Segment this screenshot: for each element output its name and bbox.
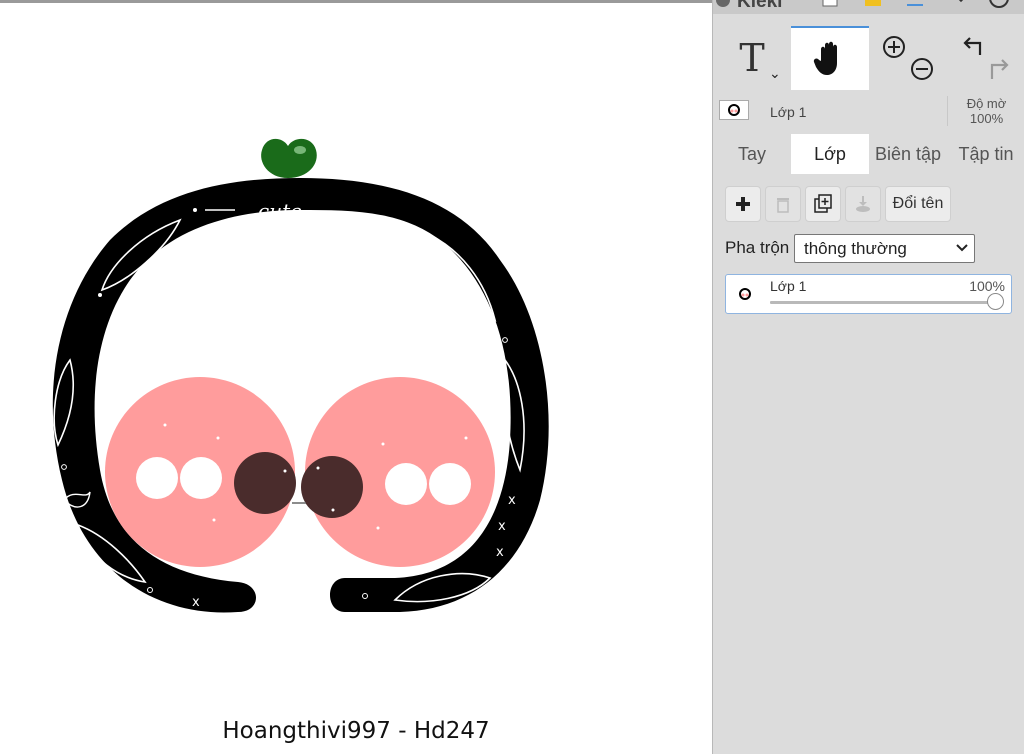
green-heart-shine [294, 146, 306, 154]
new-file-icon[interactable] [821, 0, 841, 14]
hand-tool-button[interactable] [791, 26, 869, 90]
cheek-sparkle-5 [464, 436, 468, 440]
layer-row-opacity: 100% [969, 278, 1005, 294]
layer-thumbnail-icon [728, 104, 740, 116]
ring-doodle-dot-7 [396, 220, 400, 224]
delete-layer-button[interactable] [765, 186, 801, 222]
blend-mode-label: Pha trộn [725, 238, 790, 257]
cheek-sparkle-3 [212, 518, 216, 522]
zoom-in-icon[interactable] [883, 36, 905, 58]
history-controls [963, 37, 1009, 79]
tab-edit[interactable]: Biên tập [869, 134, 947, 174]
ring-doodle-x-marks-right: x [498, 519, 506, 534]
hand-icon [813, 41, 837, 75]
duplicate-icon [814, 194, 832, 213]
chevron-down-icon[interactable]: ⌄ [769, 66, 781, 82]
cheek-sparkle-2 [216, 436, 220, 440]
drawing-canvas[interactable]: cute x x x x Hoangthivi997 - Hd247 [0, 0, 712, 754]
layer-row-thumbnail-icon [739, 288, 751, 300]
artwork: cute x x x x [52, 138, 549, 613]
slider-knob[interactable] [987, 293, 1004, 310]
chevron-down-icon [956, 244, 968, 252]
tab-file[interactable]: Tập tin [947, 134, 1024, 174]
help-icon[interactable] [987, 0, 1011, 14]
panel-top-bar: Kleki [713, 0, 1024, 14]
eye-sparkle-2 [316, 466, 320, 470]
settings-icon[interactable] [951, 0, 971, 14]
side-panel: Kleki T ⌄ Lớp 1 Độ mờ 100% Tay Lớp Biên … [712, 0, 1024, 754]
brand-name: Kleki [737, 0, 783, 12]
trash-icon [777, 198, 789, 213]
add-layer-button[interactable] [725, 186, 761, 222]
ring-doodle-x-marks-bottom: x [192, 595, 200, 610]
ring-doodle-x-marks-right-2: x [508, 493, 516, 508]
ring-doodle-dot-1 [193, 208, 197, 212]
opacity-label: Độ mờ [966, 96, 1007, 111]
green-heart [261, 138, 317, 178]
eye-sparkle-3 [331, 508, 335, 512]
left-dark-eye [234, 452, 296, 514]
rename-layer-button[interactable]: Đổi tên [885, 186, 951, 222]
right-cheek-white-dot-1 [385, 463, 427, 505]
panel-tabs: Tay Lớp Biên tập Tập tin [713, 134, 1024, 174]
canvas-caption: Hoangthivi997 - Hd247 [222, 718, 490, 744]
cheek-sparkle-4 [381, 442, 385, 446]
opacity-value: 100% [969, 111, 1004, 126]
cheek-sparkle-1 [163, 423, 167, 427]
current-layer-header: Lớp 1 Độ mờ 100% [713, 92, 1024, 130]
ring-doodle-word: cute [258, 199, 302, 223]
cheek-sparkle-6 [376, 526, 380, 530]
left-cheek-white-dot-2 [180, 457, 222, 499]
duplicate-layer-button[interactable] [805, 186, 841, 222]
tool-bar: T ⌄ [713, 26, 1024, 90]
blend-mode-select[interactable]: thông thường [794, 234, 975, 263]
layer-list-item[interactable]: Lớp 1 100% [725, 274, 1012, 314]
zoom-out-icon[interactable] [911, 58, 933, 80]
left-cheek-white-dot-1 [136, 457, 178, 499]
save-icon[interactable] [905, 0, 925, 14]
layer-opacity-control[interactable]: Độ mờ 100% [947, 96, 1024, 126]
tab-layers[interactable]: Lớp [791, 134, 869, 174]
merge-down-button[interactable] [845, 186, 881, 222]
layer-opacity-slider[interactable] [770, 293, 1004, 310]
redo-icon[interactable] [990, 59, 1009, 79]
layer-row-thumbnail [734, 284, 756, 304]
tab-hand[interactable]: Tay [713, 134, 791, 174]
layer-thumbnail [719, 100, 749, 120]
text-tool-label: T [739, 36, 765, 80]
eye-sparkle-1 [283, 469, 287, 473]
merge-down-icon [856, 196, 870, 212]
undo-icon[interactable] [963, 37, 982, 55]
current-layer-name: Lớp 1 [770, 104, 807, 120]
right-dark-eye [301, 456, 363, 518]
ring-doodle-dot-2 [98, 293, 102, 297]
blend-mode-value: thông thường [804, 239, 907, 258]
plus-icon [736, 197, 750, 211]
slider-fill [770, 301, 996, 304]
ring-doodle-x-marks-right-3: x [496, 545, 504, 560]
folder-icon[interactable] [863, 0, 883, 14]
layer-row-name: Lớp 1 [770, 278, 807, 294]
zoom-controls [883, 36, 933, 80]
text-tool-button[interactable]: T ⌄ [713, 26, 791, 90]
ring-doodle-dot-8 [453, 260, 457, 264]
history-tool [947, 26, 1024, 90]
black-ring [52, 178, 549, 613]
zoom-tool [869, 26, 947, 90]
right-cheek-white-dot-2 [429, 463, 471, 505]
ring-doodle-flower-top [378, 223, 410, 238]
